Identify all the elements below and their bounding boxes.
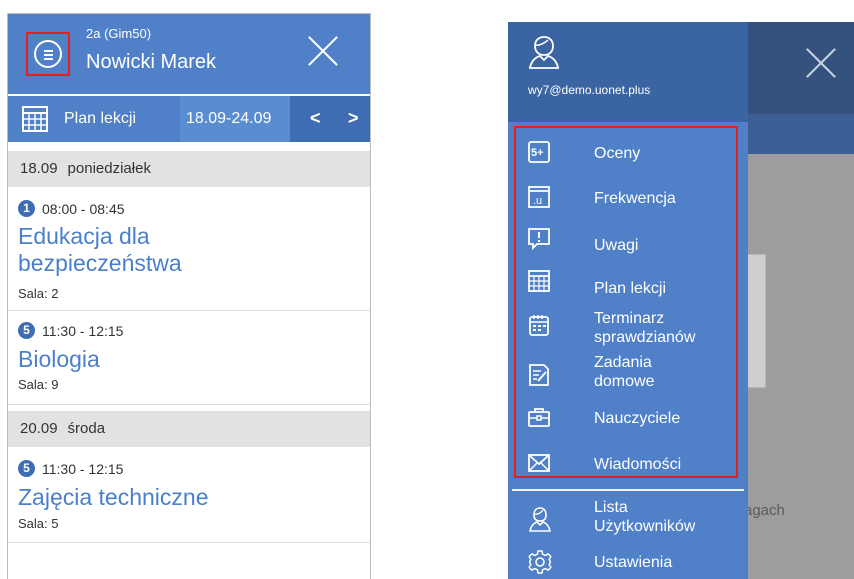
menu-item-label: Frekwencja	[594, 190, 676, 207]
menu-button[interactable]	[26, 32, 70, 76]
svg-text:.u: .u	[533, 195, 542, 207]
student-name: Nowicki Marek	[86, 51, 217, 73]
day-weekday: środa	[67, 420, 106, 437]
menu-item-teachers[interactable]: Nauczyciele	[508, 396, 748, 440]
account-email: wy7@demo.uonet.plus	[528, 83, 651, 97]
week-navigation: < >	[290, 96, 370, 142]
timetable-screen: 2a (Gim50) Nowicki Marek Plan lekcji 18.…	[7, 13, 371, 579]
timetable-icon	[528, 270, 550, 292]
close-icon	[806, 48, 836, 78]
menu-item-notes[interactable]: Uwagi	[508, 220, 748, 264]
menu-item-grades[interactable]: 5+ Oceny	[508, 132, 748, 176]
drawer-header: wy7@demo.uonet.plus	[508, 22, 748, 122]
menu-item-messages[interactable]: Wiadomości	[508, 440, 748, 484]
briefcase-icon	[528, 408, 550, 427]
menu-item-label: Lista	[594, 499, 628, 516]
menu-item-test-schedule[interactable]: Terminarz sprawdzianów	[508, 308, 748, 352]
attendance-icon: .u	[528, 186, 550, 208]
hamburger-menu-icon	[34, 40, 62, 68]
lesson-item[interactable]: 1 08:00 - 08:45 Edukacja dla bezpieczeńs…	[8, 187, 370, 311]
lesson-time: 08:00 - 08:45	[42, 201, 125, 217]
menu-item-label: Plan lekcji	[594, 280, 667, 297]
settings-icon	[528, 550, 552, 574]
menu-item-homework[interactable]: Zadania domowe	[508, 352, 748, 396]
calendar-icon	[529, 315, 549, 336]
next-week-button[interactable]: >	[348, 108, 359, 129]
lesson-number-badge: 5	[18, 322, 35, 339]
menu-item-label: Wiadomości	[594, 456, 682, 473]
lesson-item[interactable]: 5 11:30 - 12:15 Zajęcia techniczne Sala:…	[8, 447, 370, 543]
week-range[interactable]: 18.09-24.09	[180, 96, 290, 142]
notes-icon	[528, 228, 550, 250]
menu-item-user-list[interactable]: Lista Użytkowników	[508, 496, 748, 542]
lesson-subject: Biologia	[18, 346, 100, 372]
day-weekday: poniedziałek	[67, 160, 151, 177]
screenshot-canvas: 2a (Gim50) Nowicki Marek Plan lekcji 18.…	[0, 0, 854, 579]
menu-item-label: Nauczyciele	[594, 410, 681, 427]
day-date: 18.09	[20, 160, 58, 177]
lesson-room: Sala: 2	[18, 286, 59, 301]
lesson-time: 11:30 - 12:15	[42, 323, 124, 339]
section-title: Plan lekcji	[64, 110, 137, 127]
lesson-number-badge: 1	[18, 200, 35, 217]
menu-item-label: sprawdzianów	[594, 329, 696, 346]
lesson-room: Sala: 9	[18, 377, 59, 392]
day-header: 18.09 poniedziałek	[8, 151, 370, 187]
mail-icon	[528, 454, 550, 472]
drawer-divider	[512, 489, 744, 491]
lesson-subject: Edukacja dla	[18, 223, 150, 249]
menu-item-label: Ustawienia	[594, 554, 673, 571]
timetable-icon	[22, 106, 48, 132]
menu-item-label: domowe	[594, 373, 655, 390]
menu-item-timetable[interactable]: Plan lekcji	[508, 264, 748, 308]
day-date: 20.09	[20, 420, 58, 437]
lesson-subject: bezpieczeństwa	[18, 250, 182, 276]
homework-icon	[529, 364, 549, 386]
lesson-number-badge: 5	[18, 460, 35, 477]
grades-icon: 5+	[528, 141, 550, 163]
timetable-toolbar: Plan lekcji 18.09-24.09 < >	[8, 96, 370, 142]
menu-item-label: Terminarz	[594, 310, 665, 327]
lesson-time: 11:30 - 12:15	[42, 461, 124, 477]
day-header: 20.09 środa	[8, 411, 370, 447]
app-header: 2a (Gim50) Nowicki Marek	[8, 14, 370, 94]
lesson-room: Sala: 5	[18, 516, 59, 531]
menu-item-label: Oceny	[594, 145, 641, 162]
svg-text:5+: 5+	[531, 147, 544, 159]
menu-item-settings[interactable]: Ustawienia	[508, 544, 748, 579]
lesson-subject: Zajęcia techniczne	[18, 484, 209, 510]
menu-item-label: Użytkowników	[594, 518, 696, 535]
menu-item-label: Zadania	[594, 354, 652, 371]
dimmed-background-text: agach	[744, 502, 785, 519]
menu-item-attendance[interactable]: .u Frekwencja	[508, 176, 748, 220]
class-label: 2a (Gim50)	[86, 26, 152, 41]
lesson-item[interactable]: 5 11:30 - 12:15 Biologia Sala: 9	[8, 311, 370, 405]
user-avatar-icon	[528, 36, 560, 69]
menu-item-label: Uwagi	[594, 237, 639, 254]
navigation-drawer-screen: agach wy7@demo.uonet.plus 5+ Oceny .u Fr…	[508, 22, 854, 579]
navigation-drawer: wy7@demo.uonet.plus 5+ Oceny .u Frekwenc…	[508, 22, 748, 579]
close-icon[interactable]	[308, 36, 338, 66]
users-icon	[529, 507, 551, 532]
previous-week-button[interactable]: <	[310, 108, 321, 129]
